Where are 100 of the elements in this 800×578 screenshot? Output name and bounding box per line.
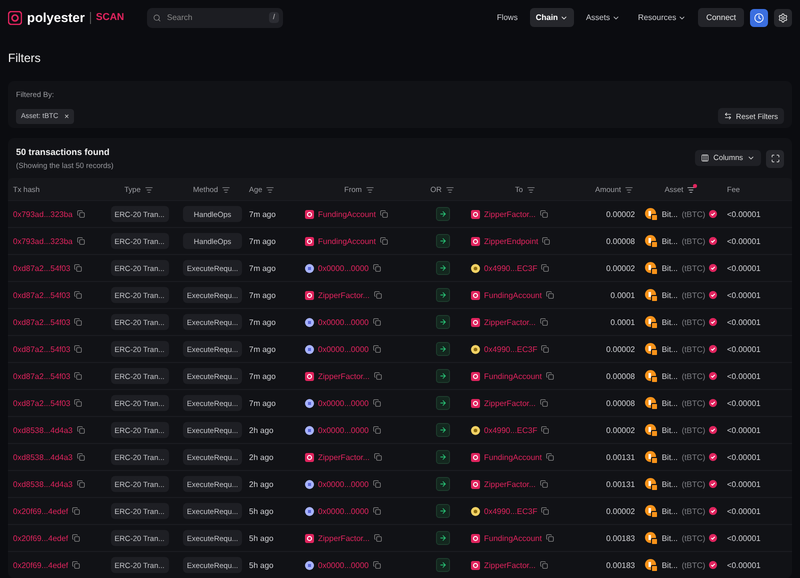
copy-icon[interactable] xyxy=(372,561,381,569)
copy-icon[interactable] xyxy=(372,318,381,326)
copy-icon[interactable] xyxy=(546,372,554,380)
copy-icon[interactable] xyxy=(76,426,85,434)
copy-icon[interactable] xyxy=(374,291,382,299)
address-link[interactable]: ZipperFactor... xyxy=(318,452,370,462)
tx-hash-link[interactable]: 0xd8538...4d4a3 xyxy=(13,452,73,462)
connect-button[interactable]: Connect xyxy=(698,8,744,27)
copy-icon[interactable] xyxy=(72,534,80,542)
copy-icon[interactable] xyxy=(380,210,388,218)
address-link[interactable]: ZipperFactor... xyxy=(484,398,536,408)
tx-hash-link[interactable]: 0x20f69...4edef xyxy=(13,560,68,570)
filter-icon[interactable] xyxy=(687,184,698,194)
nav-link[interactable]: Chain xyxy=(530,8,574,27)
address-link[interactable]: ZipperEndpoint xyxy=(484,236,538,246)
address-link[interactable]: 0x0000...0000 xyxy=(318,480,369,488)
tx-hash-link[interactable]: 0x793ad...323ba xyxy=(13,236,73,246)
nav-link[interactable]: Assets xyxy=(580,8,626,27)
address-link[interactable]: 0x0000...0000 xyxy=(318,344,369,354)
asset-symbol: (tBTC) xyxy=(682,344,706,354)
copy-icon[interactable] xyxy=(541,507,550,515)
copy-icon[interactable] xyxy=(540,318,548,326)
asset-name: Bit... xyxy=(662,236,678,246)
tx-hash-link[interactable]: 0xd8538...4d4a3 xyxy=(13,426,73,434)
address-link[interactable]: 0x4990...EC3F xyxy=(484,506,538,516)
copy-icon[interactable] xyxy=(372,345,381,353)
tx-hash-link[interactable]: 0x793ad...323ba xyxy=(13,210,73,218)
copy-icon[interactable] xyxy=(74,291,82,299)
copy-icon[interactable] xyxy=(74,372,82,380)
nav-link[interactable]: Flows xyxy=(490,8,524,27)
coin-icon xyxy=(644,396,658,410)
address-link[interactable]: ZipperFactor... xyxy=(484,318,536,326)
tx-hash-link[interactable]: 0x20f69...4edef xyxy=(13,534,68,542)
copy-icon[interactable] xyxy=(372,264,381,272)
copy-icon[interactable] xyxy=(374,453,382,461)
copy-icon[interactable] xyxy=(76,453,85,461)
copy-icon[interactable] xyxy=(74,264,82,272)
tx-hash-link[interactable]: 0xd87a2...54f03 xyxy=(13,290,70,300)
nav-link[interactable]: Resources xyxy=(632,8,692,27)
address-link[interactable]: 0x4990...EC3F xyxy=(484,344,538,354)
copy-icon[interactable] xyxy=(540,399,548,407)
copy-icon[interactable] xyxy=(546,291,554,299)
address-link[interactable]: 0x0000...0000 xyxy=(318,426,369,434)
tx-hash-link[interactable]: 0xd87a2...54f03 xyxy=(13,372,70,380)
coin-icon xyxy=(644,316,658,328)
copy-icon[interactable] xyxy=(76,480,85,488)
copy-icon[interactable] xyxy=(72,561,80,569)
fullscreen-button[interactable] xyxy=(766,150,784,168)
copy-icon[interactable] xyxy=(374,534,382,542)
copy-icon[interactable] xyxy=(76,237,85,245)
clock-button[interactable] xyxy=(750,8,768,26)
search-input[interactable]: Search xyxy=(165,12,266,23)
tx-hash-link[interactable]: 0xd8538...4d4a3 xyxy=(13,480,73,488)
address-link[interactable]: ZipperFactor... xyxy=(484,480,536,488)
address-link[interactable]: ZipperFactor... xyxy=(318,290,370,300)
address-link[interactable]: ZipperFactor... xyxy=(318,372,370,380)
copy-icon[interactable] xyxy=(541,426,550,434)
address-link[interactable]: FundingAccount xyxy=(318,210,376,218)
address-link[interactable]: 0x4990...EC3F xyxy=(484,426,538,434)
address-link[interactable]: ZipperFactor... xyxy=(318,534,370,542)
copy-icon[interactable] xyxy=(372,399,381,407)
address-link[interactable]: FundingAccount xyxy=(484,290,542,300)
address-link[interactable]: 0x0000...0000 xyxy=(318,506,369,516)
copy-icon[interactable] xyxy=(546,534,554,542)
settings-button[interactable] xyxy=(774,8,792,26)
tx-hash-link[interactable]: 0x20f69...4edef xyxy=(13,506,68,516)
amount-text: 0.00183 xyxy=(606,560,635,570)
address-link[interactable]: 0x0000...0000 xyxy=(318,560,369,570)
copy-icon[interactable] xyxy=(540,210,548,218)
copy-icon[interactable] xyxy=(542,237,550,245)
address-link[interactable]: 0x4990...EC3F xyxy=(484,264,538,272)
tx-hash-link[interactable]: 0xd87a2...54f03 xyxy=(13,318,70,326)
copy-icon[interactable] xyxy=(540,561,548,569)
address-link[interactable]: FundingAccount xyxy=(484,372,542,380)
address-link[interactable]: 0x0000...0000 xyxy=(318,318,369,326)
address-link[interactable]: ZipperFactor... xyxy=(484,210,536,218)
address-link[interactable]: 0x0000...0000 xyxy=(318,398,369,408)
address-link[interactable]: FundingAccount xyxy=(484,534,542,542)
remove-button[interactable]: × xyxy=(64,112,70,121)
tx-hash-link[interactable]: 0xd87a2...54f03 xyxy=(13,344,70,354)
copy-icon[interactable] xyxy=(540,480,548,488)
address-link[interactable]: FundingAccount xyxy=(484,452,542,462)
copy-icon[interactable] xyxy=(372,480,381,488)
copy-icon[interactable] xyxy=(74,399,82,407)
address-link[interactable]: FundingAccount xyxy=(318,236,376,246)
tx-hash-link[interactable]: 0xd87a2...54f03 xyxy=(13,264,70,272)
tx-hash-link[interactable]: 0xd87a2...54f03 xyxy=(13,398,70,408)
copy-icon[interactable] xyxy=(72,507,80,515)
copy-icon[interactable] xyxy=(372,426,381,434)
copy-icon[interactable] xyxy=(374,372,382,380)
address-link[interactable]: ZipperFactor... xyxy=(484,560,536,570)
copy-icon[interactable] xyxy=(372,507,381,515)
copy-icon[interactable] xyxy=(74,345,82,353)
copy-icon[interactable] xyxy=(541,345,550,353)
copy-icon[interactable] xyxy=(380,237,388,245)
copy-icon[interactable] xyxy=(546,453,554,461)
copy-icon[interactable] xyxy=(541,264,550,272)
copy-icon[interactable] xyxy=(76,210,85,218)
address-link[interactable]: 0x0000...0000 xyxy=(318,264,369,272)
copy-icon[interactable] xyxy=(74,318,82,326)
